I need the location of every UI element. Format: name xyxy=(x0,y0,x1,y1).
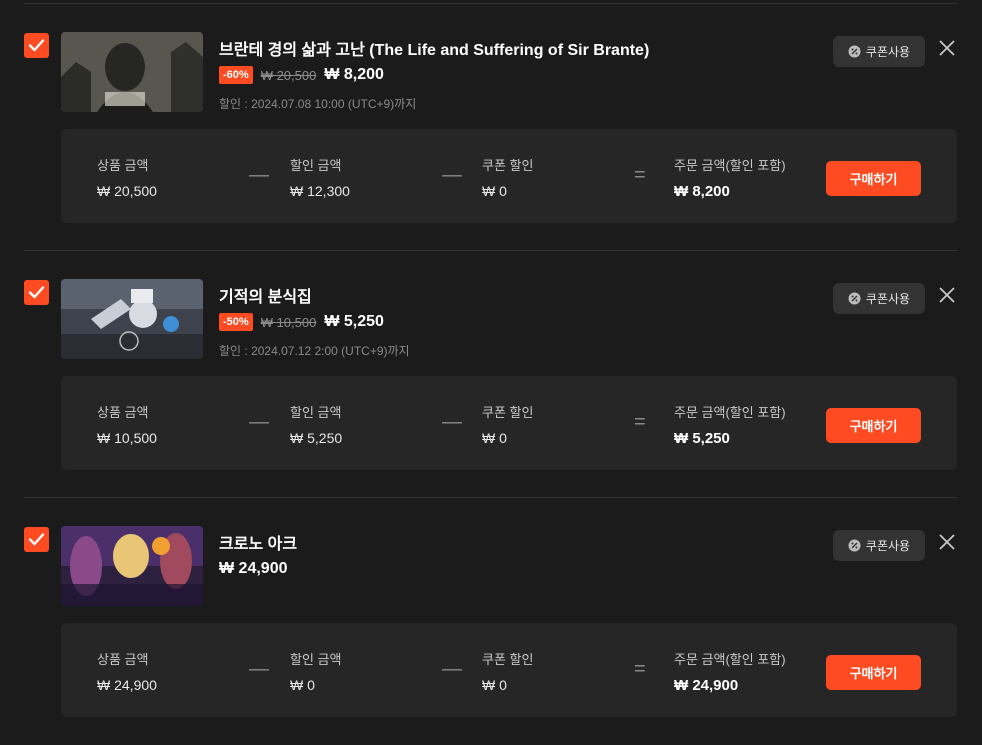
buy-button[interactable]: 구매하기 xyxy=(826,408,921,443)
minus-operator: — xyxy=(442,411,462,433)
product-amount-label: 상품 금액 xyxy=(97,405,149,420)
final-price: ₩ 24,900 xyxy=(219,560,288,577)
buy-button[interactable]: 구매하기 xyxy=(826,161,921,196)
original-price: ₩ 20,500 xyxy=(260,67,317,83)
item-checkbox[interactable] xyxy=(24,280,49,305)
coupon-label: 쿠폰사용 xyxy=(865,539,911,553)
coupon-discount-label: 쿠폰 할인 xyxy=(482,158,534,173)
game-title[interactable]: 크로노 아크 xyxy=(219,530,297,554)
price-summary: 상품 금액 ₩ 20,500 — 할인 금액 ₩ 12,300 — 쿠폰 할인 … xyxy=(61,129,957,223)
game-thumbnail[interactable] xyxy=(61,279,203,359)
order-total-value: ₩ 5,250 xyxy=(674,430,730,447)
coupon-discount-value: ₩ 0 xyxy=(482,183,507,199)
coupon-discount-label: 쿠폰 할인 xyxy=(482,405,534,420)
game-thumbnail[interactable] xyxy=(61,526,203,606)
use-coupon-button[interactable]: 쿠폰사용 xyxy=(833,283,925,314)
order-total-label: 주문 금액(할인 포함) xyxy=(674,158,786,173)
price-summary: 상품 금액 ₩ 10,500 — 할인 금액 ₩ 5,250 — 쿠폰 할인 ₩… xyxy=(61,376,957,470)
price-row: ₩ 24,900 xyxy=(219,558,287,580)
checkmark-icon xyxy=(28,286,45,299)
coupon-label: 쿠폰사용 xyxy=(865,292,911,306)
coupon-discount-value: ₩ 0 xyxy=(482,677,507,693)
equals-operator: = xyxy=(634,164,646,186)
equals-operator: = xyxy=(634,411,646,433)
coupon-label: 쿠폰사용 xyxy=(865,45,911,59)
price-row: -60% ₩ 20,500 ₩ 8,200 xyxy=(219,64,384,86)
product-amount-value: ₩ 10,500 xyxy=(97,430,157,446)
minus-operator: — xyxy=(442,658,462,680)
close-icon[interactable] xyxy=(937,38,957,58)
minus-operator: — xyxy=(249,411,269,433)
game-title[interactable]: 기적의 분식집 xyxy=(219,283,312,307)
discount-amount-label: 할인 금액 xyxy=(290,158,342,173)
minus-operator: — xyxy=(249,164,269,186)
discount-period: 할인 : 2024.07.12 2:00 (UTC+9)까지 xyxy=(219,344,410,358)
cart-item: 크로노 아크 ₩ 24,900 쿠폰사용 상품 금액 ₩ 24,900 — 할인… xyxy=(0,498,982,745)
price-row: -50% ₩ 10,500 ₩ 5,250 xyxy=(219,311,384,333)
cart-item: 기적의 분식집 -50% ₩ 10,500 ₩ 5,250 할인 : 2024.… xyxy=(0,251,982,498)
discount-amount-value: ₩ 0 xyxy=(290,677,315,693)
final-price: ₩ 8,200 xyxy=(324,66,384,83)
checkmark-icon xyxy=(28,39,45,52)
minus-operator: — xyxy=(442,164,462,186)
use-coupon-button[interactable]: 쿠폰사용 xyxy=(833,36,925,67)
final-price: ₩ 5,250 xyxy=(324,313,384,330)
item-checkbox[interactable] xyxy=(24,33,49,58)
minus-operator: — xyxy=(249,658,269,680)
buy-button[interactable]: 구매하기 xyxy=(826,655,921,690)
discount-amount-label: 할인 금액 xyxy=(290,405,342,420)
game-title[interactable]: 브란테 경의 삶과 고난 (The Life and Suffering of … xyxy=(219,36,649,60)
item-checkbox[interactable] xyxy=(24,527,49,552)
discount-badge: -50% xyxy=(219,313,253,331)
close-icon[interactable] xyxy=(937,285,957,305)
discount-amount-label: 할인 금액 xyxy=(290,652,342,667)
coupon-icon xyxy=(848,539,861,552)
discount-period: 할인 : 2024.07.08 10:00 (UTC+9)까지 xyxy=(219,97,417,111)
coupon-icon xyxy=(848,45,861,58)
use-coupon-button[interactable]: 쿠폰사용 xyxy=(833,530,925,561)
product-amount-value: ₩ 24,900 xyxy=(97,677,157,693)
discount-amount-value: ₩ 5,250 xyxy=(290,430,343,446)
product-amount-value: ₩ 20,500 xyxy=(97,183,157,199)
price-summary: 상품 금액 ₩ 24,900 — 할인 금액 ₩ 0 — 쿠폰 할인 ₩ 0 =… xyxy=(61,623,957,717)
game-thumbnail[interactable] xyxy=(61,32,203,112)
cart-item: 브란테 경의 삶과 고난 (The Life and Suffering of … xyxy=(0,4,982,251)
coupon-icon xyxy=(848,292,861,305)
order-total-label: 주문 금액(할인 포함) xyxy=(674,652,786,667)
order-total-value: ₩ 8,200 xyxy=(674,183,730,200)
close-icon[interactable] xyxy=(937,532,957,552)
checkmark-icon xyxy=(28,533,45,546)
product-amount-label: 상품 금액 xyxy=(97,652,149,667)
order-total-label: 주문 금액(할인 포함) xyxy=(674,405,786,420)
equals-operator: = xyxy=(634,658,646,680)
discount-badge: -60% xyxy=(219,66,253,84)
coupon-discount-value: ₩ 0 xyxy=(482,430,507,446)
discount-amount-value: ₩ 12,300 xyxy=(290,183,350,199)
coupon-discount-label: 쿠폰 할인 xyxy=(482,652,534,667)
order-total-value: ₩ 24,900 xyxy=(674,677,739,694)
original-price: ₩ 10,500 xyxy=(260,314,317,330)
product-amount-label: 상품 금액 xyxy=(97,158,149,173)
